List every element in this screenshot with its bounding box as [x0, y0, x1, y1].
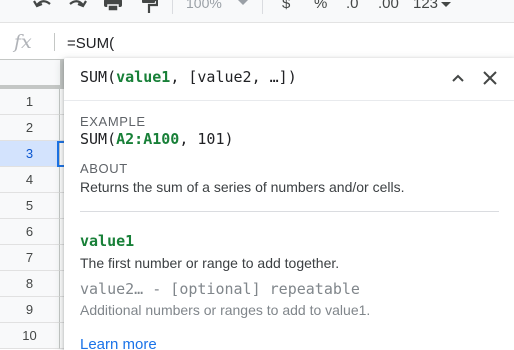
increase-decimals-button[interactable]: .00 [378, 0, 399, 12]
print-icon[interactable] [100, 0, 126, 16]
row-header-selected[interactable]: 3 [0, 141, 60, 167]
toolbar-separator [262, 0, 263, 14]
toolbar: 100% $ % .0 .00 123 [0, 0, 514, 22]
percent-format-button[interactable]: % [314, 0, 327, 12]
signature-function: SUM( [80, 68, 117, 86]
example-range: A2:A100 [116, 130, 180, 148]
fx-icon: fx [14, 31, 32, 53]
row-header[interactable]: 1 [0, 89, 60, 115]
row-header[interactable]: 10 [0, 323, 60, 349]
signature-current-arg: value1 [116, 68, 171, 86]
chevron-down-icon [441, 2, 451, 7]
toolbar-separator [172, 0, 173, 14]
card-header-divider [64, 100, 514, 101]
about-text: Returns the sum of a series of numbers a… [80, 179, 405, 195]
chevron-up-icon [452, 74, 464, 82]
formula-bar: fx =SUM( [0, 22, 514, 60]
arg1-description: The first number or range to add togethe… [80, 255, 340, 271]
example-rest: , 101) [179, 130, 234, 148]
formula-bar-separator [54, 33, 55, 51]
undo-icon[interactable] [30, 0, 56, 16]
row-header[interactable]: 2 [0, 115, 60, 141]
decrease-decimals-button[interactable]: .0 [346, 0, 359, 12]
row-header[interactable]: 9 [0, 297, 60, 323]
currency-format-button[interactable]: $ [282, 0, 290, 12]
formula-help-card: SUM(value1, [value2, …]) EXAMPLE SUM(A2:… [64, 58, 514, 350]
paint-format-icon[interactable] [136, 0, 162, 16]
collapse-button[interactable] [446, 66, 470, 90]
close-button[interactable] [478, 66, 502, 90]
arg2-name: value2… - [optional] repeatable [80, 280, 360, 298]
example-formula: SUM(A2:A100, 101) [80, 130, 234, 148]
example-label: EXAMPLE [80, 114, 146, 129]
redo-icon[interactable] [64, 0, 90, 16]
row-header[interactable]: 7 [0, 245, 60, 271]
row-headers: 1 2 3 4 5 6 7 8 9 10 [0, 89, 60, 349]
signature-rest: , [value2, …]) [170, 68, 297, 86]
row-header[interactable]: 6 [0, 219, 60, 245]
close-icon [483, 71, 497, 85]
example-function: SUM( [80, 130, 117, 148]
chevron-down-icon [238, 0, 248, 5]
row-header[interactable]: 8 [0, 271, 60, 297]
about-label: ABOUT [80, 161, 128, 176]
section-divider [80, 211, 499, 212]
arg1-name: value1 [80, 232, 135, 250]
row-header[interactable]: 5 [0, 193, 60, 219]
formula-input[interactable]: =SUM( [67, 35, 114, 52]
learn-more-link[interactable]: Learn more [80, 336, 157, 350]
arg2-description: Additional numbers or ranges to add to v… [80, 302, 371, 318]
zoom-select[interactable]: 100% [186, 0, 222, 11]
function-signature: SUM(value1, [value2, …]) [80, 68, 297, 86]
more-formats-button[interactable]: 123 [413, 0, 438, 12]
select-all-corner[interactable] [0, 60, 64, 89]
row-header[interactable]: 4 [0, 167, 60, 193]
